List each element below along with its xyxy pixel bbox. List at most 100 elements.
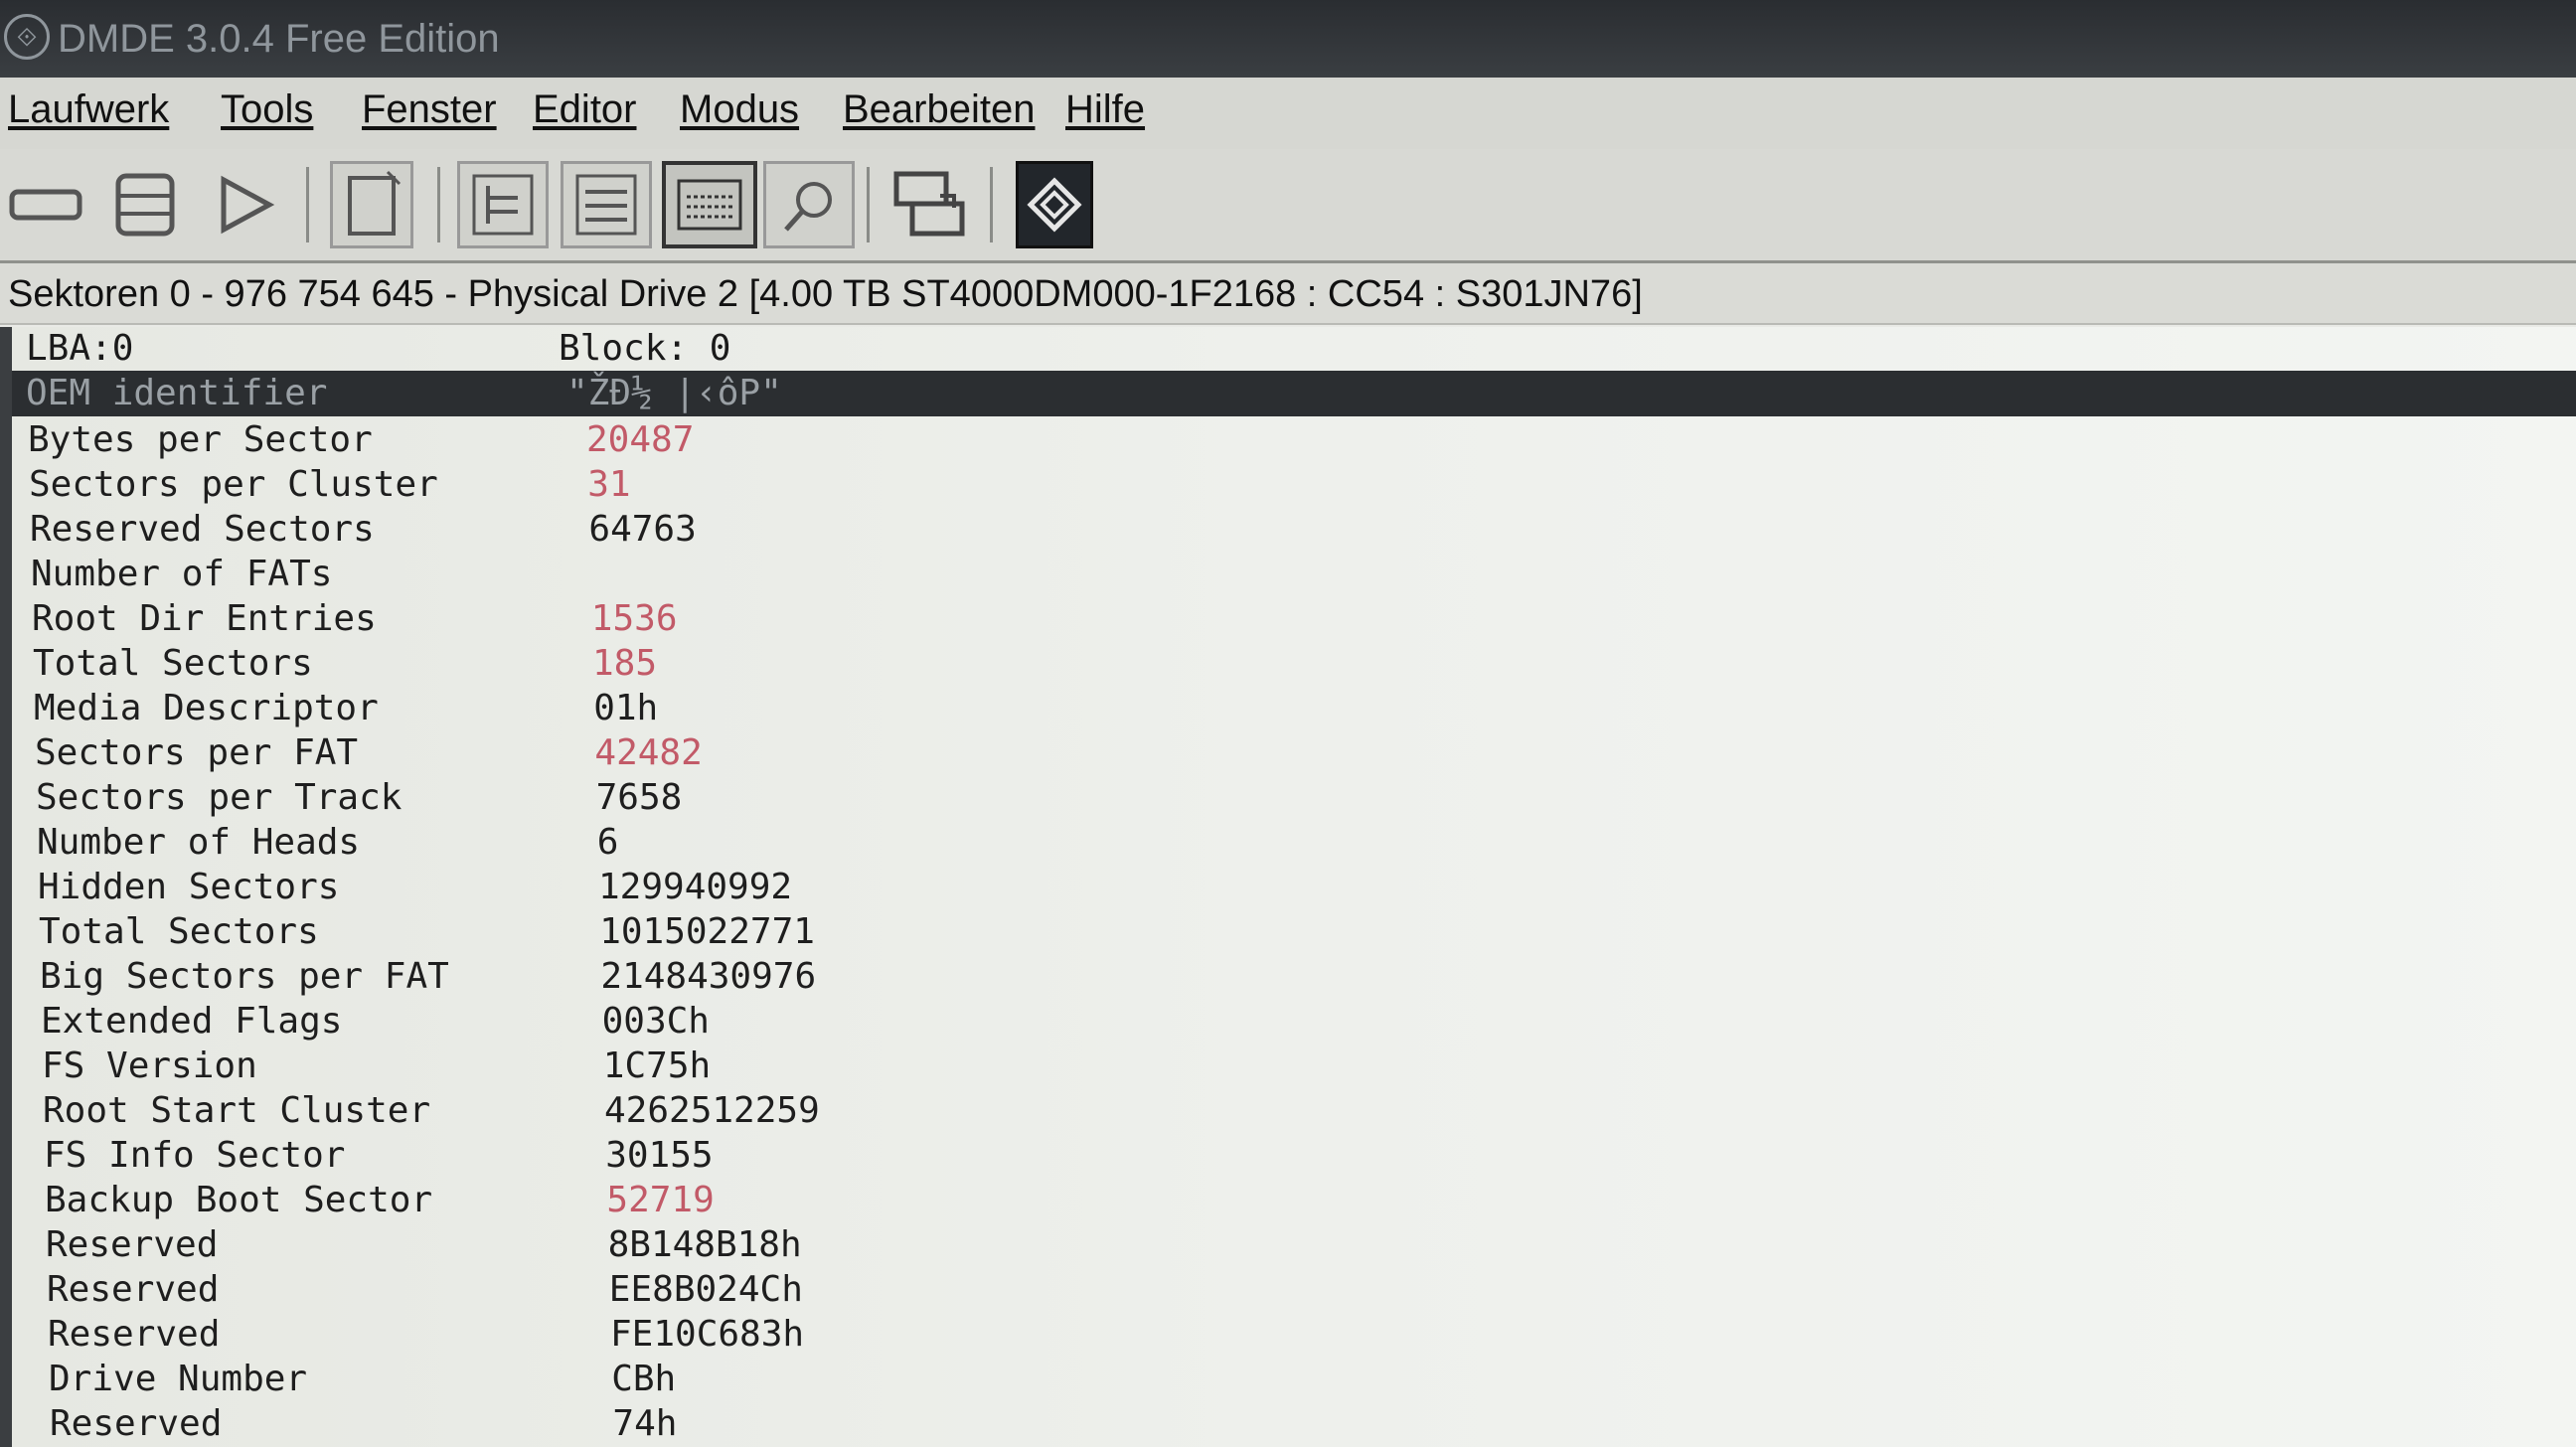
field-row[interactable]: Root Start Cluster 4262512259 xyxy=(0,1089,2576,1133)
field-row[interactable]: Extended Flags 003Ch xyxy=(0,1000,2576,1044)
menu-editor[interactable]: Editor xyxy=(533,87,637,132)
field-name: Reserved xyxy=(50,1403,223,1444)
menu-tools[interactable]: Tools xyxy=(221,87,313,132)
field-row[interactable]: FS Version 1C75h xyxy=(0,1045,2576,1088)
field-value: 7658 xyxy=(595,777,683,818)
window-edge xyxy=(0,327,12,1447)
menu-bar: Laufwerk Tools Fenster Editor Modus Bear… xyxy=(0,78,2576,151)
field-row[interactable]: Number of Heads 6 xyxy=(0,821,2576,865)
field-row[interactable]: FS Info Sector 30155 xyxy=(0,1134,2576,1178)
location-header: LBA:0 Block: 0 xyxy=(0,327,2576,371)
field-row[interactable]: Total Sectors 185 xyxy=(0,642,2576,686)
field-value: CBh xyxy=(611,1359,677,1399)
menu-bearbeiten[interactable]: Bearbeiten xyxy=(843,87,1035,132)
field-value: 8B148B18h xyxy=(607,1224,802,1265)
field-row[interactable]: Sectors per Cluster 31 xyxy=(0,463,2576,507)
field-name: Backup Boot Sector xyxy=(45,1180,433,1220)
app-icon: ⟐ xyxy=(4,14,50,60)
field-name: Hidden Sectors xyxy=(38,867,340,907)
field-row[interactable]: Number of FATs xyxy=(0,553,2576,596)
field-value: 003Ch xyxy=(601,1001,710,1042)
field-name: Number of FATs xyxy=(31,554,333,594)
field-value: FE10C683h xyxy=(610,1314,805,1355)
field-value: 20487 xyxy=(586,419,695,460)
toolbar-separator xyxy=(867,167,870,242)
field-name: Root Start Cluster xyxy=(43,1090,431,1131)
toolbar-separator xyxy=(306,167,309,242)
field-name: Sectors per Track xyxy=(36,777,402,818)
drive-info-bar: Sektoren 0 - 976 754 645 - Physical Driv… xyxy=(0,263,2576,325)
field-value: 30155 xyxy=(605,1135,714,1176)
field-row[interactable]: Reserved 8B148B18h xyxy=(0,1223,2576,1267)
field-name: Media Descriptor xyxy=(34,688,379,728)
field-value: 52719 xyxy=(606,1180,715,1220)
field-value: 74h xyxy=(612,1403,678,1444)
field-row[interactable]: Sectors per FAT 42482 xyxy=(0,731,2576,775)
menu-modus[interactable]: Modus xyxy=(680,87,799,132)
field-value: EE8B024Ch xyxy=(608,1269,803,1310)
field-row[interactable]: Sectors per Track 7658 xyxy=(0,776,2576,820)
hex-view-icon[interactable] xyxy=(662,161,757,248)
copy-sectors-icon[interactable] xyxy=(885,161,976,248)
field-name: Extended Flags xyxy=(41,1001,343,1042)
list-view-icon[interactable] xyxy=(561,161,652,248)
field-name: Reserved xyxy=(47,1269,220,1310)
field-value: 42482 xyxy=(594,732,703,773)
field-name: Sectors per FAT xyxy=(35,732,359,773)
field-name: Reserved xyxy=(46,1224,219,1265)
field-row[interactable]: Media Descriptor 01h xyxy=(0,687,2576,730)
dmde-logo-icon[interactable] xyxy=(1016,161,1093,248)
tree-view-icon[interactable] xyxy=(457,161,549,248)
field-value: 64763 xyxy=(588,509,697,550)
new-file-icon[interactable] xyxy=(330,161,413,248)
drive-icon[interactable] xyxy=(0,161,91,248)
field-value: 129940992 xyxy=(598,867,793,907)
field-row[interactable]: Big Sectors per FAT 2148430976 xyxy=(0,955,2576,999)
field-row[interactable]: Reserved EE8B024Ch xyxy=(0,1268,2576,1312)
field-value: 1015022771 xyxy=(599,911,815,952)
field-value: 31 xyxy=(587,464,631,505)
field-name: Sectors per Cluster xyxy=(29,464,438,505)
menu-laufwerk[interactable]: Laufwerk xyxy=(8,87,169,132)
lba-label: LBA:0 xyxy=(26,328,134,369)
toolbar xyxy=(0,149,2576,263)
partitions-icon[interactable] xyxy=(99,161,191,248)
selected-row[interactable]: OEM identifier "ŽĐ½ |‹ôP" xyxy=(0,371,2576,416)
field-value: 4262512259 xyxy=(604,1090,820,1131)
title-bar: ⟐ DMDE 3.0.4 Free Edition xyxy=(0,0,2576,78)
field-name: Number of Heads xyxy=(37,822,361,863)
boot-sector-view[interactable]: LBA:0 Block: 0 OEM identifier "ŽĐ½ |‹ôP"… xyxy=(0,327,2576,1447)
field-value: 185 xyxy=(592,643,658,684)
field-row[interactable]: Bytes per Sector 20487 xyxy=(0,418,2576,462)
field-name: Big Sectors per FAT xyxy=(40,956,449,997)
field-value: 01h xyxy=(593,688,659,728)
field-name: FS Version xyxy=(42,1045,257,1086)
menu-fenster[interactable]: Fenster xyxy=(362,87,497,132)
field-value: 1536 xyxy=(590,598,678,639)
play-icon[interactable] xyxy=(199,161,290,248)
toolbar-separator xyxy=(437,167,440,242)
field-row[interactable]: Reserved FE10C683h xyxy=(0,1313,2576,1357)
field-name: Root Dir Entries xyxy=(32,598,377,639)
menu-hilfe[interactable]: Hilfe xyxy=(1065,87,1145,132)
field-name: Bytes per Sector xyxy=(28,419,373,460)
field-row[interactable]: Root Dir Entries 1536 xyxy=(0,597,2576,641)
field-value: 1C75h xyxy=(602,1045,712,1086)
field-value: "ŽĐ½ |‹ôP" xyxy=(566,373,782,413)
field-row[interactable]: Hidden Sectors 129940992 xyxy=(0,866,2576,909)
field-row[interactable]: Total Sectors 1015022771 xyxy=(0,910,2576,954)
field-name: FS Info Sector xyxy=(44,1135,346,1176)
field-row[interactable]: Backup Boot Sector 52719 xyxy=(0,1179,2576,1222)
field-row[interactable]: Reserved Sectors 64763 xyxy=(0,508,2576,552)
field-name: Total Sectors xyxy=(39,911,319,952)
field-name: Reserved Sectors xyxy=(30,509,375,550)
field-name: OEM identifier xyxy=(26,373,328,413)
field-value: 6 xyxy=(596,822,619,863)
field-row[interactable]: Drive Number CBh xyxy=(0,1358,2576,1401)
search-icon[interactable] xyxy=(763,161,855,248)
window-title: DMDE 3.0.4 Free Edition xyxy=(58,17,500,61)
block-label: Block: 0 xyxy=(559,328,731,369)
field-row[interactable]: Reserved 74h xyxy=(0,1402,2576,1446)
field-name: Drive Number xyxy=(49,1359,308,1399)
field-name: Reserved xyxy=(48,1314,221,1355)
